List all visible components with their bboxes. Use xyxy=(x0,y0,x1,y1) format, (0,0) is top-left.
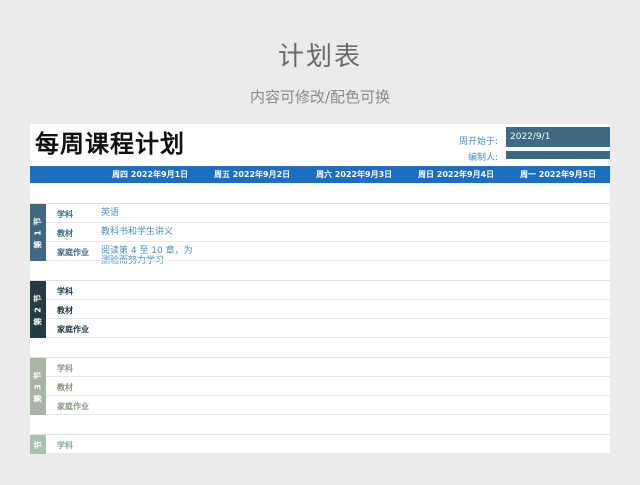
week-start-label: 周开始于: xyxy=(458,137,498,147)
day-header: 周日 2022年9月4日 xyxy=(418,170,495,179)
page-title: 计划表 xyxy=(277,42,362,72)
row-label: 学科 xyxy=(57,210,73,219)
row-divider xyxy=(46,260,610,261)
section-tab: 第 2 节 xyxy=(30,281,46,338)
row-divider xyxy=(46,414,610,415)
row-value-cell[interactable]: 英语 xyxy=(101,208,119,218)
schedule-sheet: 每周课程计划 周开始于: 2022/9/1 编制人: 周四 2022年9月1日 … xyxy=(30,124,610,454)
row-label: 学科 xyxy=(57,287,73,296)
row-divider xyxy=(46,299,610,300)
section-tab-label: 第 1 节 xyxy=(33,216,43,249)
section-tab: 节 xyxy=(30,435,46,454)
day-header: 周六 2022年9月3日 xyxy=(316,170,393,179)
row-divider xyxy=(46,395,610,396)
section-tab: 第 1 节 xyxy=(30,204,46,261)
row-label: 教材 xyxy=(57,306,73,315)
row-divider xyxy=(46,337,610,338)
row-label: 家庭作业 xyxy=(57,248,89,257)
row-label: 家庭作业 xyxy=(57,402,89,411)
day-header: 周五 2022年9月2日 xyxy=(214,170,291,179)
row-label: 学科 xyxy=(57,364,73,373)
row-value-cell[interactable]: 教科书和学生讲义 xyxy=(101,227,173,237)
section-separator xyxy=(30,280,610,281)
day-header: 周四 2022年9月1日 xyxy=(112,170,189,179)
row-value-cell[interactable]: 阅读第 4 至 10 章，为 测验而努力学习 xyxy=(101,246,193,266)
row-label: 教材 xyxy=(57,229,73,238)
day-header-bar: 周四 2022年9月1日 周五 2022年9月2日 周六 2022年9月3日 周… xyxy=(30,166,610,183)
row-divider xyxy=(46,453,610,454)
row-divider xyxy=(46,318,610,319)
editor-label: 编制人: xyxy=(467,153,498,163)
day-header: 周一 2022年9月5日 xyxy=(520,170,597,179)
section-tab: 第 3 节 xyxy=(30,358,46,415)
row-label: 家庭作业 xyxy=(57,325,89,334)
row-divider xyxy=(46,376,610,377)
section-separator xyxy=(30,203,610,204)
editor-field[interactable] xyxy=(506,151,610,159)
section-separator xyxy=(30,357,610,358)
row-divider xyxy=(46,241,610,242)
row-label: 教材 xyxy=(57,383,73,392)
section-tab-label: 第 2 节 xyxy=(33,293,43,326)
section-tab-label: 节 xyxy=(33,440,43,449)
sheet-title: 每周课程计划 xyxy=(35,130,185,158)
section-tab-label: 第 3 节 xyxy=(33,370,43,403)
row-label: 学科 xyxy=(57,441,73,450)
section-separator xyxy=(30,434,610,435)
week-start-field[interactable]: 2022/9/1 xyxy=(506,127,610,147)
row-divider xyxy=(46,222,610,223)
page-subtitle: 内容可修改/配色可换 xyxy=(249,88,391,106)
